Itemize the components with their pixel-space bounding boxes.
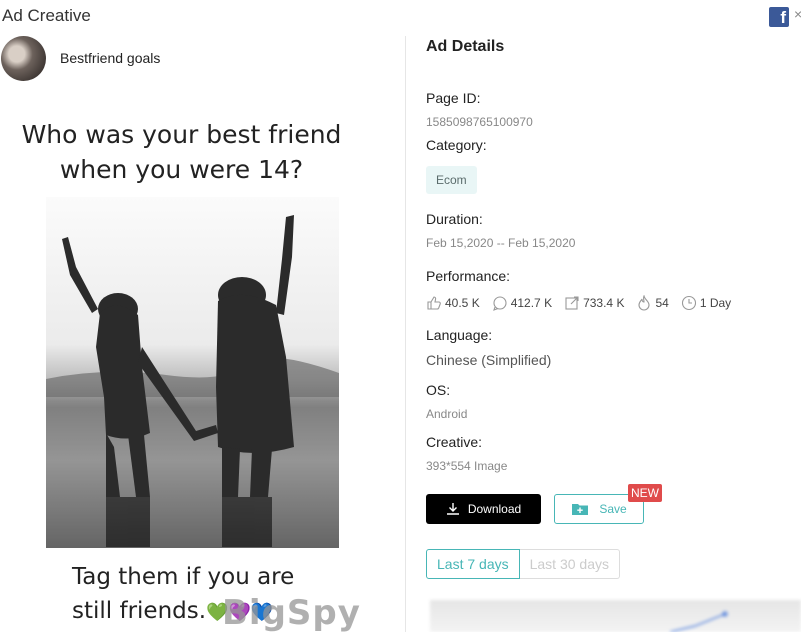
os-value: Android: [426, 407, 468, 421]
section-title: Ad Details: [426, 38, 505, 55]
folder-add-icon: [572, 504, 589, 515]
creative-top-line-1: Who was your best friend: [21, 120, 342, 149]
creative-label: Creative:: [426, 434, 483, 450]
hot-count: 54: [655, 296, 669, 310]
category-tag: Ecom: [426, 166, 477, 194]
comment-icon: [492, 296, 507, 311]
language-value: Chinese (Simplified): [426, 352, 552, 368]
creative-bottom-line-1: Tag them if you are: [72, 564, 295, 590]
comments-stat: 412.7 K: [492, 295, 552, 311]
performance-label: Performance:: [426, 268, 511, 284]
download-button[interactable]: Download: [426, 494, 541, 524]
likes-stat: 40.5 K: [426, 295, 480, 311]
tab-last-7-days[interactable]: Last 7 days: [426, 549, 520, 579]
facebook-icon[interactable]: f: [769, 7, 789, 27]
days-stat: 1 Day: [681, 295, 731, 311]
duration-label: Duration:: [426, 211, 483, 227]
days-count: 1 Day: [699, 296, 732, 310]
shares-stat: 733.4 K: [564, 295, 624, 311]
tab-last-30-days[interactable]: Last 30 days: [519, 549, 620, 579]
flame-icon: [638, 295, 651, 311]
creative-photo: [46, 197, 339, 548]
new-badge: NEW: [628, 484, 662, 502]
download-icon: [446, 503, 459, 515]
advertiser-name: Bestfriend goals: [60, 50, 161, 66]
os-label: OS:: [426, 382, 451, 398]
close-icon[interactable]: ×: [794, 6, 801, 22]
hot-stat: 54: [636, 295, 669, 311]
language-label: Language:: [426, 327, 493, 343]
comments-count: 412.7 K: [510, 296, 553, 310]
page-id-value: 1585098765100970: [426, 115, 533, 129]
duration-value: Feb 15,2020 -- Feb 15,2020: [426, 236, 576, 250]
creative-bottom-line-2: still friends.: [72, 598, 207, 624]
thumbs-up-icon: [427, 296, 441, 310]
clock-icon: [681, 295, 696, 311]
share-icon: [565, 296, 579, 310]
panel-divider: [405, 36, 406, 632]
save-label: Save: [599, 502, 627, 516]
performance-chart-preview: [430, 600, 801, 632]
ad-creative-image: Who was your best friend when you were 1…: [0, 100, 405, 632]
likes-count: 40.5 K: [445, 296, 480, 310]
date-range-tabs: Last 7 days Last 30 days: [426, 549, 620, 579]
avatar: [1, 36, 46, 81]
download-label: Download: [467, 502, 522, 516]
page-id-label: Page ID:: [426, 90, 481, 106]
shares-count: 733.4 K: [583, 296, 625, 310]
creative-info-value: 393*554 Image: [426, 459, 508, 473]
performance-stats: 40.5 K 412.7 K 733.4 K 54 1 Day: [426, 295, 743, 311]
modal-title: Ad Creative: [2, 6, 91, 25]
watermark-logo: BigSpy: [222, 593, 361, 632]
creative-top-line-2: when you were 14?: [59, 155, 304, 184]
category-label: Category:: [426, 137, 487, 153]
